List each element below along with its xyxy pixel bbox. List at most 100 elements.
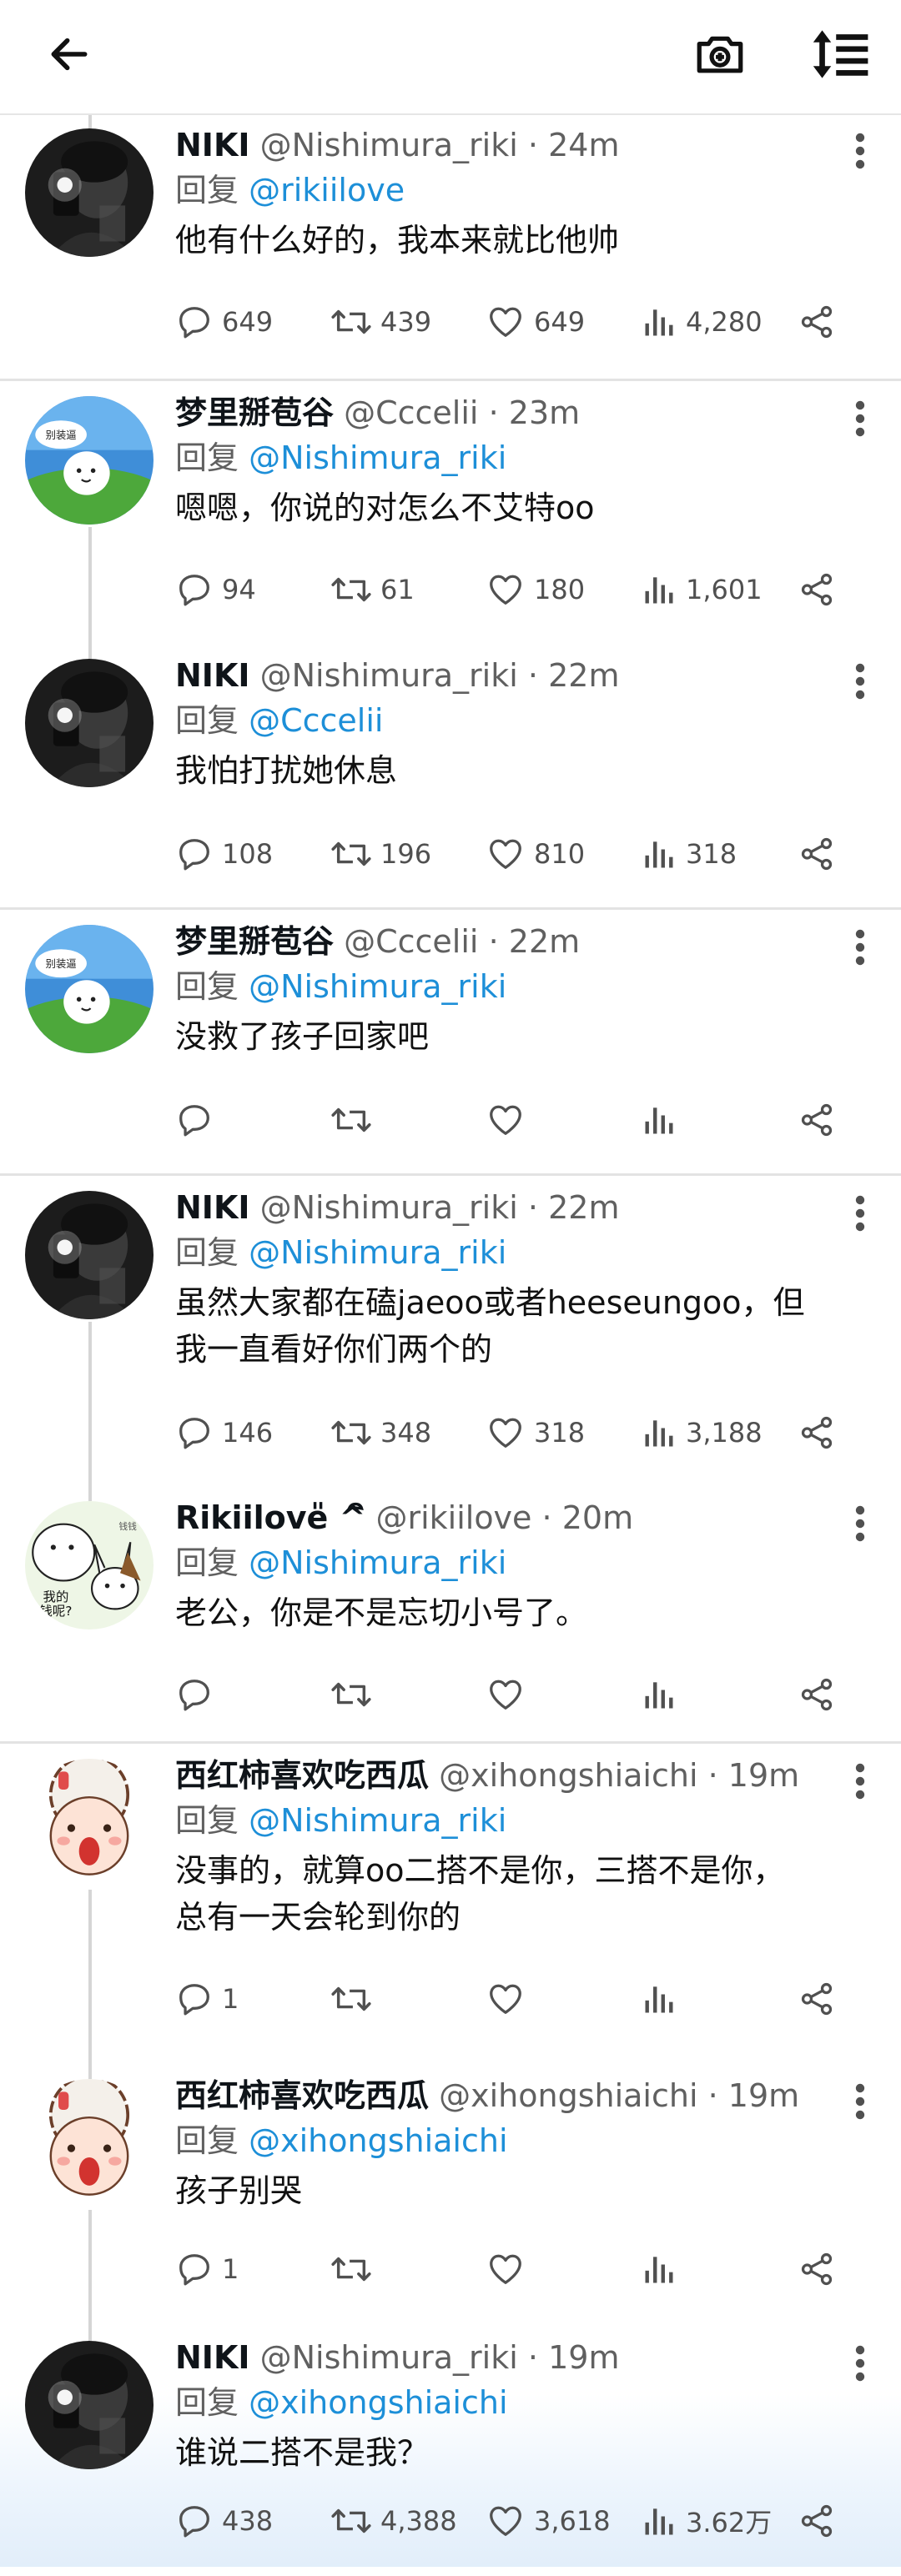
views-button[interactable]: [641, 1974, 686, 2024]
like-button[interactable]: [486, 1095, 534, 1145]
avatar[interactable]: [25, 2341, 154, 2469]
more-options-icon[interactable]: [839, 660, 881, 702]
avatar[interactable]: 别装逼: [25, 925, 154, 1053]
like-button[interactable]: 649: [486, 297, 585, 347]
more-options-icon[interactable]: [839, 1760, 881, 1802]
tweet[interactable]: 别装逼 梦里掰苞谷 @Cccelii · 22m 回复 @Nishimura_r…: [0, 910, 901, 1176]
arrow-left-icon[interactable]: [32, 17, 107, 92]
display-name[interactable]: 梦里掰苞谷: [175, 923, 334, 960]
tweet[interactable]: 我的钱呢? 钱钱 Rikiilove̎ ^ิ @rikiilove · 20m …: [0, 1486, 901, 1744]
views-button[interactable]: 1,601: [641, 565, 763, 615]
share-button[interactable]: [798, 1408, 836, 1458]
views-button[interactable]: 3,188: [641, 1408, 763, 1458]
reply-mention-link[interactable]: @Nishimura_riki: [249, 968, 506, 1005]
like-button[interactable]: [486, 1670, 534, 1720]
reply-mention-link[interactable]: @Cccelii: [249, 702, 383, 739]
like-button[interactable]: [486, 2244, 534, 2294]
display-name[interactable]: Rikiilove̎ ^ิ: [175, 1499, 365, 1536]
user-handle[interactable]: @xihongshiaichi: [439, 1757, 697, 1794]
avatar[interactable]: [25, 2079, 154, 2207]
retweet-button[interactable]: [330, 1095, 380, 1145]
reply-mention-link[interactable]: @xihongshiaichi: [249, 2122, 507, 2159]
like-button[interactable]: [486, 1974, 534, 2024]
user-handle[interactable]: @Cccelii: [344, 394, 478, 431]
tweet[interactable]: 别装逼 梦里掰苞谷 @Cccelii · 23m 回复 @Nishimura_r…: [0, 381, 901, 644]
share-button[interactable]: [798, 2244, 836, 2294]
user-handle[interactable]: @Nishimura_riki: [260, 2339, 518, 2376]
like-button[interactable]: 180: [486, 565, 585, 615]
tweet[interactable]: NIKI @Nishimura_riki · 22m 回复 @Cccelii 我…: [0, 644, 901, 910]
tweet[interactable]: NIKI @Nishimura_riki · 19m 回复 @xihongshi…: [0, 2326, 901, 2576]
retweet-button[interactable]: [330, 2244, 380, 2294]
avatar[interactable]: [25, 659, 154, 787]
display-name[interactable]: NIKI: [175, 127, 250, 163]
share-button[interactable]: [798, 1095, 836, 1145]
user-handle[interactable]: @Nishimura_riki: [260, 127, 518, 163]
reply-button[interactable]: 108: [175, 829, 273, 879]
views-button[interactable]: 318: [641, 829, 737, 879]
like-button[interactable]: 810: [486, 829, 585, 879]
avatar[interactable]: 别装逼: [25, 396, 154, 525]
user-handle[interactable]: @Nishimura_riki: [260, 657, 518, 694]
reply-mention-link[interactable]: @rikiilove: [249, 172, 405, 208]
reply-mention-link[interactable]: @Nishimura_riki: [249, 1802, 506, 1839]
reply-mention-link[interactable]: @xihongshiaichi: [249, 2384, 507, 2421]
tweet[interactable]: NIKI @Nishimura_riki · 24m 回复 @rikiilove…: [0, 113, 901, 381]
reply-mention-link[interactable]: @Nishimura_riki: [249, 1234, 506, 1271]
views-button[interactable]: 4,280: [641, 297, 763, 347]
reply-button[interactable]: 1: [175, 2244, 239, 2294]
display-name[interactable]: 梦里掰苞谷: [175, 394, 334, 431]
reply-button[interactable]: 649: [175, 297, 273, 347]
reply-button[interactable]: 146: [175, 1408, 273, 1458]
share-button[interactable]: [798, 565, 836, 615]
like-button[interactable]: 318: [486, 1408, 585, 1458]
reply-button[interactable]: 1: [175, 1974, 239, 2024]
reply-mention-link[interactable]: @Nishimura_riki: [249, 1544, 506, 1581]
views-button[interactable]: [641, 1095, 686, 1145]
display-name[interactable]: NIKI: [175, 1189, 250, 1226]
more-options-icon[interactable]: [839, 2343, 881, 2384]
avatar[interactable]: [25, 1191, 154, 1319]
retweet-button[interactable]: 196: [330, 829, 431, 879]
display-name[interactable]: NIKI: [175, 2339, 250, 2376]
display-name[interactable]: 西红柿喜欢吃西瓜: [175, 1757, 429, 1794]
avatar[interactable]: [25, 128, 154, 257]
tweet[interactable]: 西红柿喜欢吃西瓜 @xihongshiaichi · 19m 回复 @Nishi…: [0, 1744, 901, 2064]
share-button[interactable]: [798, 1670, 836, 1720]
retweet-button[interactable]: [330, 1974, 380, 2024]
retweet-button[interactable]: [330, 1670, 380, 1720]
more-options-icon[interactable]: [839, 1503, 881, 1544]
display-name[interactable]: 西红柿喜欢吃西瓜: [175, 2077, 429, 2114]
tweet[interactable]: NIKI @Nishimura_riki · 22m 回复 @Nishimura…: [0, 1176, 901, 1486]
more-options-icon[interactable]: [839, 2081, 881, 2122]
more-options-icon[interactable]: [839, 130, 881, 172]
share-button[interactable]: [798, 829, 836, 879]
retweet-button[interactable]: 4,388: [330, 2496, 457, 2546]
more-options-icon[interactable]: [839, 1193, 881, 1234]
retweet-button[interactable]: 348: [330, 1408, 431, 1458]
more-options-icon[interactable]: [839, 926, 881, 968]
more-options-icon[interactable]: [839, 398, 881, 439]
user-handle[interactable]: @Cccelii: [344, 923, 478, 960]
avatar[interactable]: 我的钱呢? 钱钱: [25, 1501, 154, 1629]
reply-mention-link[interactable]: @Nishimura_riki: [249, 439, 506, 476]
views-button[interactable]: [641, 1670, 686, 1720]
share-button[interactable]: [798, 297, 836, 347]
user-handle[interactable]: @rikiilove: [375, 1499, 531, 1536]
reply-button[interactable]: 438: [175, 2496, 273, 2546]
avatar[interactable]: [25, 1759, 154, 1887]
add-photo-icon[interactable]: [682, 17, 758, 92]
display-name[interactable]: NIKI: [175, 657, 250, 694]
retweet-button[interactable]: 439: [330, 297, 431, 347]
views-button[interactable]: [641, 2244, 686, 2294]
user-handle[interactable]: @Nishimura_riki: [260, 1189, 518, 1226]
reply-button[interactable]: [175, 1670, 222, 1720]
reply-button[interactable]: 94: [175, 565, 256, 615]
user-handle[interactable]: @xihongshiaichi: [439, 2077, 697, 2114]
sort-icon[interactable]: [803, 17, 878, 92]
like-button[interactable]: 3,618: [486, 2496, 611, 2546]
share-button[interactable]: [798, 1974, 836, 2024]
retweet-button[interactable]: 61: [330, 565, 415, 615]
share-button[interactable]: [798, 2496, 836, 2546]
tweet[interactable]: 西红柿喜欢吃西瓜 @xihongshiaichi · 19m 回复 @xihon…: [0, 2064, 901, 2326]
